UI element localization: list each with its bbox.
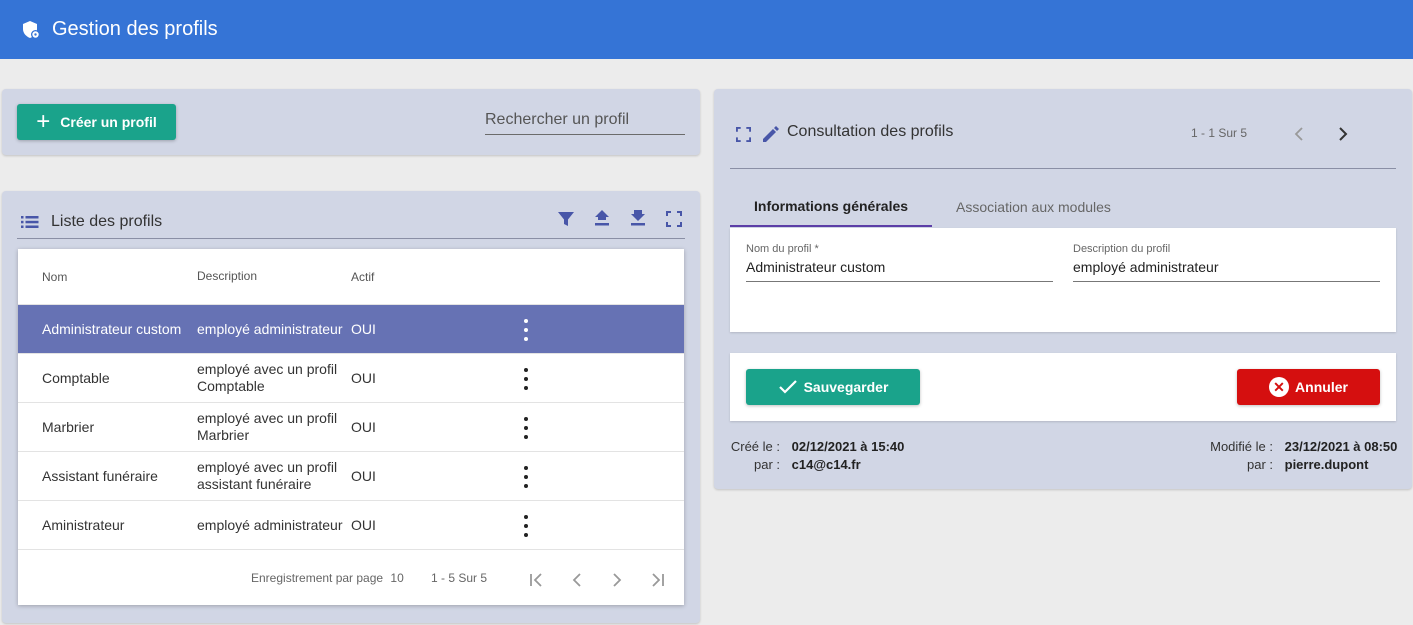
created-date: 02/12/2021 à 15:40 bbox=[791, 439, 905, 454]
next-page-icon[interactable] bbox=[606, 569, 628, 591]
profile-description-field[interactable]: Description du profil employé administra… bbox=[1073, 243, 1380, 282]
list-actions bbox=[555, 208, 685, 230]
cancel-label: Annuler bbox=[1295, 379, 1348, 395]
view-nav bbox=[1288, 123, 1354, 145]
cell-actif: OUI bbox=[351, 419, 376, 435]
table-row[interactable]: Administrateur custom employé administra… bbox=[18, 305, 684, 354]
cell-nom: Assistant funéraire bbox=[42, 468, 158, 484]
table-header: Nom Description Actif bbox=[18, 249, 684, 305]
more-vert-icon[interactable] bbox=[516, 417, 536, 439]
list-header: Liste des profils bbox=[17, 206, 685, 239]
more-vert-icon[interactable] bbox=[516, 466, 536, 488]
cell-description: employé avec un profil Marbrier bbox=[197, 410, 338, 443]
cell-description: employé avec un profil assistant funérai… bbox=[197, 459, 338, 492]
view-range: 1 - 1 Sur 5 bbox=[1191, 126, 1248, 140]
rows-per-page-label: Enregistrement par page bbox=[251, 571, 384, 585]
modified-by-label: par : bbox=[1246, 457, 1273, 472]
shield-gear-icon bbox=[20, 19, 42, 41]
profile-form: Nom du profil * Administrateur custom De… bbox=[730, 228, 1396, 332]
cell-actif: OUI bbox=[351, 517, 376, 533]
created-by-label: par : bbox=[753, 457, 780, 472]
fullscreen-icon[interactable] bbox=[732, 123, 754, 145]
cell-actif: OUI bbox=[351, 468, 376, 484]
list-title: Liste des profils bbox=[51, 213, 163, 230]
edit-pencil-icon[interactable] bbox=[760, 123, 782, 145]
profile-description-value[interactable]: employé administrateur bbox=[1073, 259, 1380, 282]
profile-view-panel: Consultation des profils 1 - 1 Sur 5 Inf… bbox=[714, 89, 1412, 489]
table-row[interactable]: Comptable employé avec un profil Comptab… bbox=[18, 354, 684, 403]
fullscreen-icon[interactable] bbox=[663, 208, 685, 230]
table-row[interactable]: Assistant funéraire employé avec un prof… bbox=[18, 452, 684, 501]
table-row[interactable]: Marbrier employé avec un profil Marbrier… bbox=[18, 403, 684, 452]
modified-label: Modifié le : bbox=[1210, 439, 1273, 454]
list-icon bbox=[21, 215, 39, 229]
upload-icon[interactable] bbox=[591, 208, 613, 230]
view-title: Consultation des profils bbox=[787, 123, 954, 140]
profile-name-field[interactable]: Nom du profil * Administrateur custom bbox=[746, 243, 1053, 282]
create-profile-button[interactable]: + Créer un profil bbox=[17, 104, 176, 140]
last-page-icon[interactable] bbox=[646, 569, 668, 591]
close-circle-icon: ✕ bbox=[1269, 377, 1290, 397]
cell-description: employé avec un profil Comptable bbox=[197, 361, 338, 394]
more-vert-icon[interactable] bbox=[516, 319, 536, 341]
modified-info: Modifié le : 23/12/2021 à 08:50 par : pi… bbox=[1202, 438, 1397, 474]
cell-nom: Aministrateur bbox=[42, 517, 125, 533]
cell-nom: Comptable bbox=[42, 370, 110, 386]
cell-description: employé administrateur bbox=[197, 516, 343, 533]
cell-nom: Administrateur custom bbox=[42, 321, 182, 337]
more-vert-icon[interactable] bbox=[516, 368, 536, 390]
table-row[interactable]: Aministrateur employé administrateur OUI bbox=[18, 501, 684, 550]
profile-description-label: Description du profil bbox=[1073, 243, 1171, 255]
profile-name-label: Nom du profil * bbox=[746, 243, 819, 255]
table-pager: Enregistrement par page 10 1 - 5 Sur 5 bbox=[18, 550, 684, 606]
modified-date: 23/12/2021 à 08:50 bbox=[1284, 439, 1398, 454]
create-profile-label: Créer un profil bbox=[60, 114, 157, 130]
download-icon[interactable] bbox=[627, 208, 649, 230]
cancel-button[interactable]: ✕ Annuler bbox=[1237, 369, 1380, 405]
modified-by: pierre.dupont bbox=[1284, 457, 1369, 472]
more-vert-icon[interactable] bbox=[516, 515, 536, 537]
check-icon bbox=[778, 379, 798, 395]
create-panel: + Créer un profil bbox=[2, 89, 700, 155]
created-info: Créé le : 02/12/2021 à 15:40 par : c14@c… bbox=[730, 438, 905, 474]
profile-table: Nom Description Actif Administrateur cus… bbox=[18, 249, 684, 605]
view-header: Consultation des profils 1 - 1 Sur 5 bbox=[730, 105, 1396, 169]
rows-per-page-value: 10 bbox=[390, 571, 404, 585]
filter-icon[interactable] bbox=[555, 208, 577, 230]
plus-icon: + bbox=[36, 108, 51, 135]
rows-per-page[interactable]: Enregistrement par page 10 bbox=[251, 571, 404, 585]
prev-record-icon[interactable] bbox=[1288, 123, 1310, 145]
top-bar: Gestion des profils bbox=[0, 0, 1413, 59]
save-label: Sauvegarder bbox=[803, 379, 889, 395]
column-header-description[interactable]: Description bbox=[197, 268, 351, 285]
profile-name-value[interactable]: Administrateur custom bbox=[746, 259, 1053, 282]
first-page-icon[interactable] bbox=[526, 569, 548, 591]
created-label: Créé le : bbox=[730, 439, 780, 454]
view-header-icons bbox=[732, 123, 782, 145]
profile-list-panel: Liste des profils Nom Description Actif … bbox=[2, 191, 700, 623]
next-record-icon[interactable] bbox=[1332, 123, 1354, 145]
cell-actif: OUI bbox=[351, 370, 376, 386]
page-range: 1 - 5 Sur 5 bbox=[431, 571, 488, 585]
cell-actif: OUI bbox=[351, 321, 376, 337]
prev-page-icon[interactable] bbox=[566, 569, 588, 591]
tab-informations-generales[interactable]: Informations générales bbox=[730, 187, 933, 227]
search-input[interactable] bbox=[485, 105, 685, 135]
column-header-actif[interactable]: Actif bbox=[351, 270, 401, 284]
pager-nav bbox=[526, 569, 668, 591]
form-actions: Sauvegarder ✕ Annuler bbox=[730, 353, 1396, 421]
page-title: Gestion des profils bbox=[52, 18, 218, 40]
created-by: c14@c14.fr bbox=[791, 457, 861, 472]
save-button[interactable]: Sauvegarder bbox=[746, 369, 920, 405]
tab-association-modules[interactable]: Association aux modules bbox=[932, 187, 1135, 227]
column-header-nom[interactable]: Nom bbox=[18, 270, 197, 284]
view-tabs: Informations générales Association aux m… bbox=[730, 187, 1135, 227]
cell-description: employé administrateur bbox=[197, 320, 343, 337]
cell-nom: Marbrier bbox=[42, 419, 95, 435]
